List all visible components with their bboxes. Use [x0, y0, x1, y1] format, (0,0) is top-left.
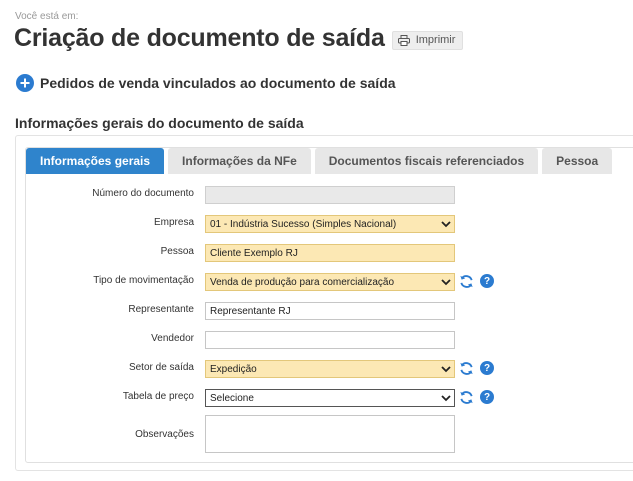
question-mark-icon[interactable]: ? [480, 361, 494, 375]
row-setor-saida: Setor de saída Expedição ? [26, 360, 633, 378]
observacoes-label: Observações [135, 429, 194, 440]
pessoa-input[interactable]: Cliente Exemplo RJ [205, 244, 455, 262]
refresh-icon[interactable] [459, 361, 474, 376]
tabela-preco-label: Tabela de preço [122, 391, 194, 402]
representante-input[interactable]: Representante RJ [205, 302, 455, 320]
empresa-select[interactable]: 01 - Indústria Sucesso (Simples Nacional… [205, 215, 455, 233]
numero-documento-field [205, 186, 455, 204]
general-info-panel: Informações gerais Informações da NFe Do… [15, 135, 633, 471]
row-observacoes: Observações [26, 415, 633, 453]
row-empresa: Empresa 01 - Indústria Sucesso (Simples … [26, 215, 633, 233]
linked-orders-label: Pedidos de venda vinculados ao documento… [40, 75, 396, 91]
tabs-container: Informações gerais Informações da NFe Do… [25, 147, 633, 463]
question-mark-icon[interactable]: ? [480, 390, 494, 404]
chevron-down-icon [441, 365, 451, 372]
vendedor-input[interactable] [205, 331, 455, 349]
question-mark-icon[interactable]: ? [480, 274, 494, 288]
observacoes-textarea[interactable] [205, 415, 455, 453]
vendedor-label: Vendedor [151, 333, 194, 344]
row-vendedor: Vendedor [26, 331, 633, 349]
linked-orders-toggle[interactable]: Pedidos de venda vinculados ao documento… [16, 74, 396, 92]
chevron-down-icon [441, 394, 451, 401]
setor-saida-value: Expedição [210, 363, 257, 375]
breadcrumb: Você está em: [15, 11, 79, 22]
chevron-down-icon [441, 278, 451, 285]
tab-informacoes-gerais[interactable]: Informações gerais [26, 148, 165, 174]
tipo-movimentacao-select[interactable]: Venda de produção para comercialização [205, 273, 455, 291]
tab-informacoes-nfe[interactable]: Informações da NFe [168, 148, 311, 174]
tabela-preco-select[interactable]: Selecione [205, 389, 455, 407]
plus-circle-icon [16, 74, 34, 92]
setor-saida-select[interactable]: Expedição [205, 360, 455, 378]
pessoa-label: Pessoa [160, 246, 194, 257]
row-numero-documento: Número do documento [26, 186, 633, 204]
row-representante: Representante Representante RJ [26, 302, 633, 320]
tipo-movimentacao-value: Venda de produção para comercialização [210, 276, 395, 288]
refresh-icon[interactable] [459, 274, 474, 289]
chevron-down-icon [441, 220, 451, 227]
tab-pessoa[interactable]: Pessoa [542, 148, 613, 174]
page-title: Criação de documento de saída [14, 24, 385, 52]
row-pessoa: Pessoa Cliente Exemplo RJ [26, 244, 633, 262]
tabela-preco-value: Selecione [210, 392, 254, 404]
printer-icon [397, 34, 410, 46]
print-button[interactable]: Imprimir [391, 30, 464, 50]
empresa-value: 01 - Indústria Sucesso (Simples Nacional… [210, 218, 397, 230]
tab-documentos-fiscais[interactable]: Documentos fiscais referenciados [314, 148, 539, 174]
numero-documento-label: Número do documento [92, 188, 194, 199]
representante-label: Representante [128, 304, 194, 315]
row-tabela-preco: Tabela de preço Selecione ? [26, 389, 633, 407]
refresh-icon[interactable] [459, 390, 474, 405]
setor-saida-label: Setor de saída [128, 362, 194, 373]
title-row: Criação de documento de saída Imprimir [14, 24, 464, 53]
empresa-label: Empresa [153, 217, 194, 228]
general-section-title: Informações gerais do documento de saída [15, 115, 304, 131]
tipo-movimentacao-label: Tipo de movimentação [93, 275, 194, 286]
row-tipo-movimentacao: Tipo de movimentação Venda de produção p… [26, 273, 633, 291]
print-button-label: Imprimir [415, 34, 456, 46]
tab-bar: Informações gerais Informações da NFe Do… [26, 148, 616, 174]
